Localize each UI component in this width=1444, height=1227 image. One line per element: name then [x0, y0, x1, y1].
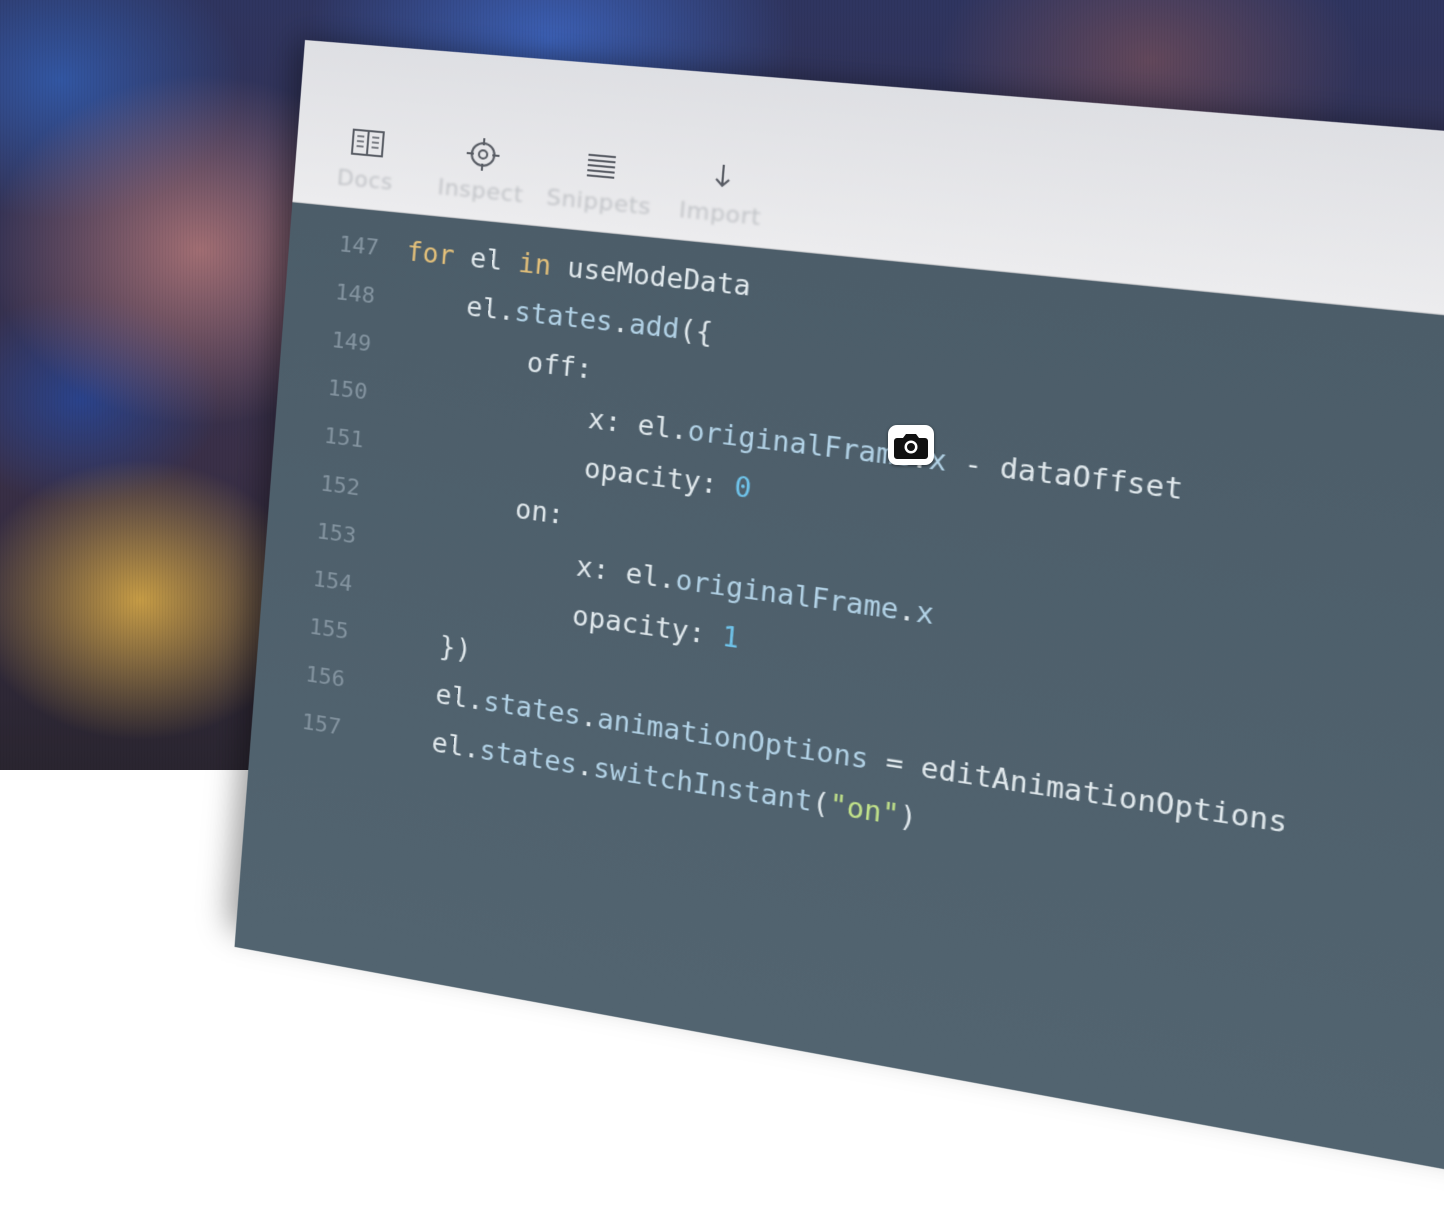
- import-button[interactable]: Import: [660, 152, 784, 233]
- code-token: el.: [371, 670, 485, 718]
- inspect-button[interactable]: Inspect: [423, 131, 541, 209]
- list-icon: [581, 145, 622, 185]
- code-token: 0: [733, 471, 753, 506]
- code-token: states: [478, 735, 579, 782]
- code-token: el: [453, 241, 520, 279]
- code-token: el.: [367, 718, 481, 766]
- line-number: 148: [334, 280, 376, 310]
- line-number: 147: [338, 232, 380, 262]
- camera-icon[interactable]: [888, 425, 934, 465]
- snippets-button[interactable]: Snippets: [540, 142, 661, 222]
- code-token: states: [482, 686, 583, 733]
- code-token: }): [375, 622, 473, 667]
- inspect-label: Inspect: [436, 174, 525, 209]
- code-token: x: [914, 597, 936, 632]
- code-token: for: [405, 236, 456, 273]
- arrow-down-icon: [702, 156, 744, 197]
- line-number: 157: [300, 709, 343, 741]
- code-editor-window: Docs Inspect Snippets Import 147 for el …: [234, 40, 1444, 1227]
- line-number: 150: [326, 375, 369, 406]
- code-token: ): [897, 800, 918, 835]
- code-token: add: [627, 309, 681, 346]
- import-label: Import: [677, 197, 763, 232]
- code-token: in: [517, 248, 553, 283]
- line-number: 149: [330, 327, 373, 358]
- code-token: el.: [401, 285, 516, 328]
- code-token: "on": [828, 789, 901, 833]
- book-icon: [348, 124, 387, 163]
- code-editor[interactable]: 147 for el in useModeData 148 el.states.ad…: [234, 202, 1444, 1227]
- crosshair-icon: [463, 135, 503, 175]
- snippets-label: Snippets: [545, 185, 653, 221]
- code-token: 1: [720, 621, 741, 656]
- docs-label: Docs: [336, 165, 394, 196]
- line-number: 151: [323, 423, 365, 454]
- docs-button[interactable]: Docs: [309, 121, 424, 198]
- code-token: ({: [677, 314, 715, 350]
- code-token: states: [513, 297, 614, 339]
